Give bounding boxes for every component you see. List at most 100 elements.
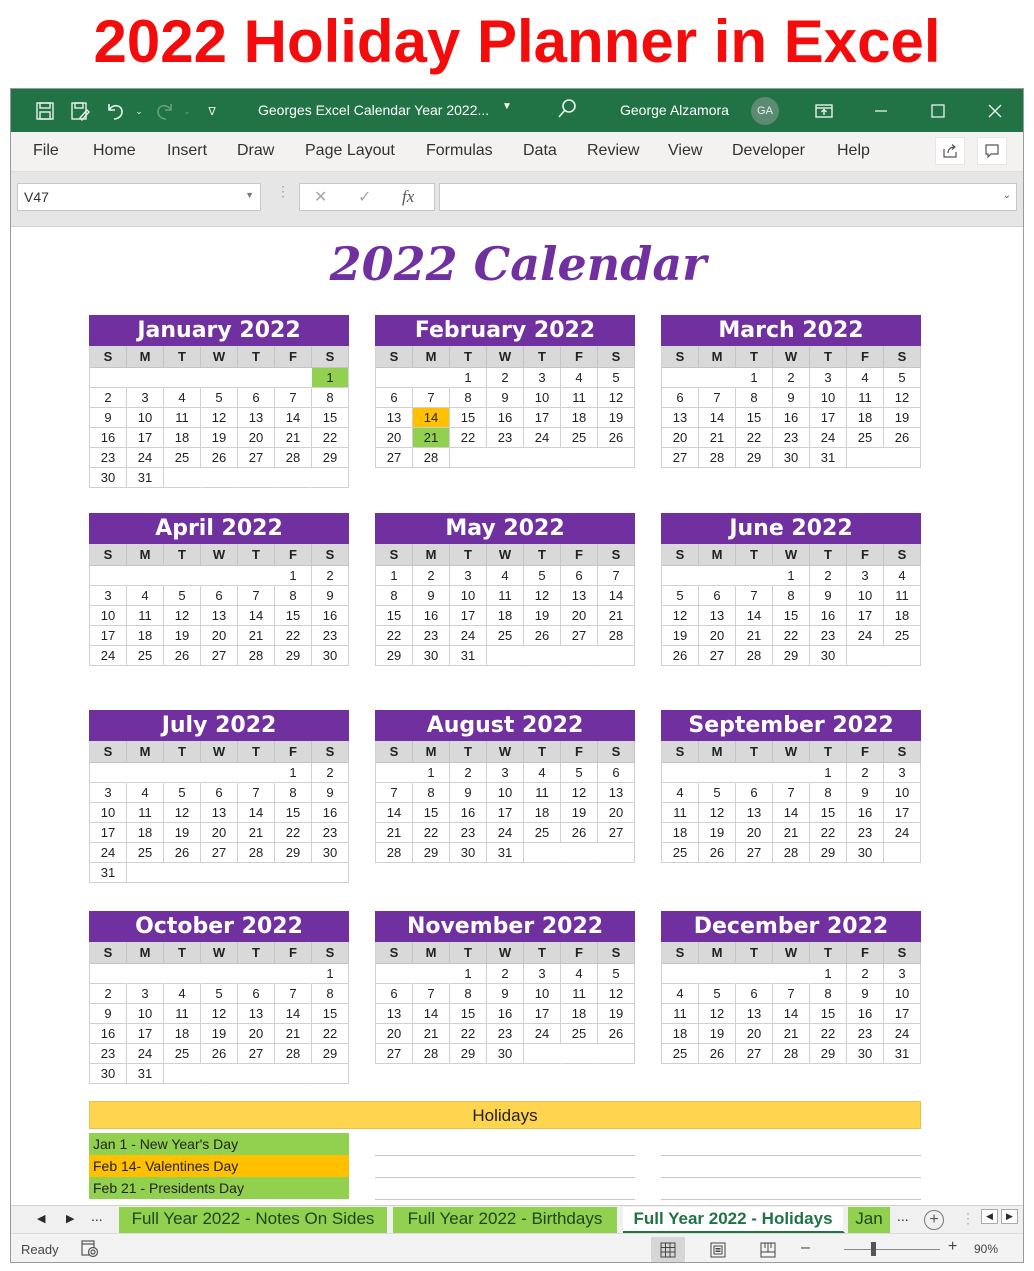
day-cell[interactable]: 12 [598,984,635,1004]
day-cell[interactable]: 17 [884,803,921,823]
day-cell[interactable]: 6 [598,763,635,783]
day-cell[interactable]: 2 [810,566,847,586]
day-cell[interactable]: 21 [773,1024,810,1044]
day-cell[interactable]: 4 [561,964,598,984]
day-cell[interactable]: 11 [884,586,921,606]
note-line[interactable] [375,1177,635,1178]
day-cell[interactable]: 10 [524,388,561,408]
day-cell[interactable]: 1 [773,566,810,586]
accessibility-icon[interactable] [81,1240,99,1262]
day-cell[interactable]: 19 [524,606,561,626]
day-cell[interactable]: 20 [238,1024,275,1044]
day-cell[interactable]: 4 [847,368,884,388]
day-cell[interactable]: 28 [376,843,413,863]
day-cell[interactable]: 4 [884,566,921,586]
day-cell[interactable]: 22 [450,1024,487,1044]
day-cell[interactable]: 1 [413,763,450,783]
day-cell[interactable]: 30 [450,843,487,863]
empty-cell[interactable] [312,863,349,883]
comments-button[interactable] [977,137,1007,165]
day-cell[interactable]: 22 [312,1024,349,1044]
note-line[interactable] [661,1155,921,1156]
day-cell[interactable]: 26 [699,843,736,863]
empty-cell[interactable] [238,763,275,783]
day-cell[interactable]: 26 [164,843,201,863]
day-cell[interactable]: 31 [810,448,847,468]
day-cell[interactable]: 28 [699,448,736,468]
day-cell[interactable]: 26 [598,428,635,448]
day-cell[interactable]: 24 [487,823,524,843]
day-cell[interactable]: 21 [413,428,450,448]
day-cell[interactable]: 22 [275,823,312,843]
day-cell[interactable]: 7 [773,984,810,1004]
day-cell[interactable]: 7 [238,783,275,803]
empty-cell[interactable] [238,1064,275,1084]
more-tabs-left-button[interactable]: ... [91,1208,103,1224]
day-cell[interactable]: 4 [164,388,201,408]
day-cell[interactable]: 5 [662,586,699,606]
day-cell[interactable]: 12 [884,388,921,408]
day-cell[interactable]: 24 [884,1024,921,1044]
day-cell[interactable]: 3 [810,368,847,388]
empty-cell[interactable] [699,964,736,984]
day-cell[interactable]: 1 [450,964,487,984]
day-cell[interactable]: 9 [90,1004,127,1024]
day-cell[interactable]: 4 [524,763,561,783]
day-cell[interactable]: 31 [90,863,127,883]
empty-cell[interactable] [736,566,773,586]
empty-cell[interactable] [699,763,736,783]
empty-cell[interactable] [238,566,275,586]
empty-cell[interactable] [699,368,736,388]
day-cell[interactable]: 29 [450,1044,487,1064]
day-cell[interactable]: 19 [598,1004,635,1024]
day-cell[interactable]: 1 [450,368,487,388]
day-cell[interactable]: 21 [773,823,810,843]
day-cell[interactable]: 22 [312,428,349,448]
day-cell[interactable]: 13 [736,803,773,823]
day-cell[interactable]: 30 [312,843,349,863]
day-cell[interactable]: 29 [376,646,413,666]
day-cell[interactable]: 25 [524,823,561,843]
day-cell[interactable]: 12 [699,803,736,823]
empty-cell[interactable] [201,566,238,586]
day-cell[interactable]: 15 [312,408,349,428]
day-cell[interactable]: 14 [413,408,450,428]
day-cell[interactable]: 30 [90,1064,127,1084]
day-cell[interactable]: 9 [413,586,450,606]
day-cell[interactable]: 26 [884,428,921,448]
expand-formula-bar-icon[interactable]: ⌄ [1003,190,1011,201]
day-cell[interactable]: 29 [773,646,810,666]
day-cell[interactable]: 6 [561,566,598,586]
tab-page-layout[interactable]: Page Layout [305,142,395,160]
tab-home[interactable]: Home [93,142,136,160]
note-line[interactable] [661,1177,921,1178]
avatar[interactable]: GA [751,97,779,125]
day-cell[interactable]: 1 [810,763,847,783]
day-cell[interactable]: 15 [450,408,487,428]
day-cell[interactable]: 14 [598,586,635,606]
day-cell[interactable]: 18 [524,803,561,823]
empty-cell[interactable] [847,448,884,468]
day-cell[interactable]: 7 [699,388,736,408]
tab-formulas[interactable]: Formulas [426,142,493,160]
day-cell[interactable]: 19 [598,408,635,428]
day-cell[interactable]: 22 [450,428,487,448]
day-cell[interactable]: 3 [884,964,921,984]
day-cell[interactable]: 22 [275,626,312,646]
day-cell[interactable]: 25 [884,626,921,646]
empty-cell[interactable] [164,863,201,883]
day-cell[interactable]: 8 [312,984,349,1004]
day-cell[interactable]: 23 [487,428,524,448]
document-menu-caret-icon[interactable]: ▼ [502,101,512,112]
day-cell[interactable]: 16 [847,803,884,823]
day-cell[interactable]: 4 [662,783,699,803]
day-cell[interactable]: 19 [561,803,598,823]
day-cell[interactable]: 13 [238,1004,275,1024]
day-cell[interactable]: 3 [127,984,164,1004]
day-cell[interactable]: 8 [810,984,847,1004]
day-cell[interactable]: 7 [238,586,275,606]
ribbon-display-options-icon[interactable] [810,97,838,125]
day-cell[interactable]: 28 [238,843,275,863]
day-cell[interactable]: 17 [487,803,524,823]
save-icon[interactable] [33,99,57,123]
